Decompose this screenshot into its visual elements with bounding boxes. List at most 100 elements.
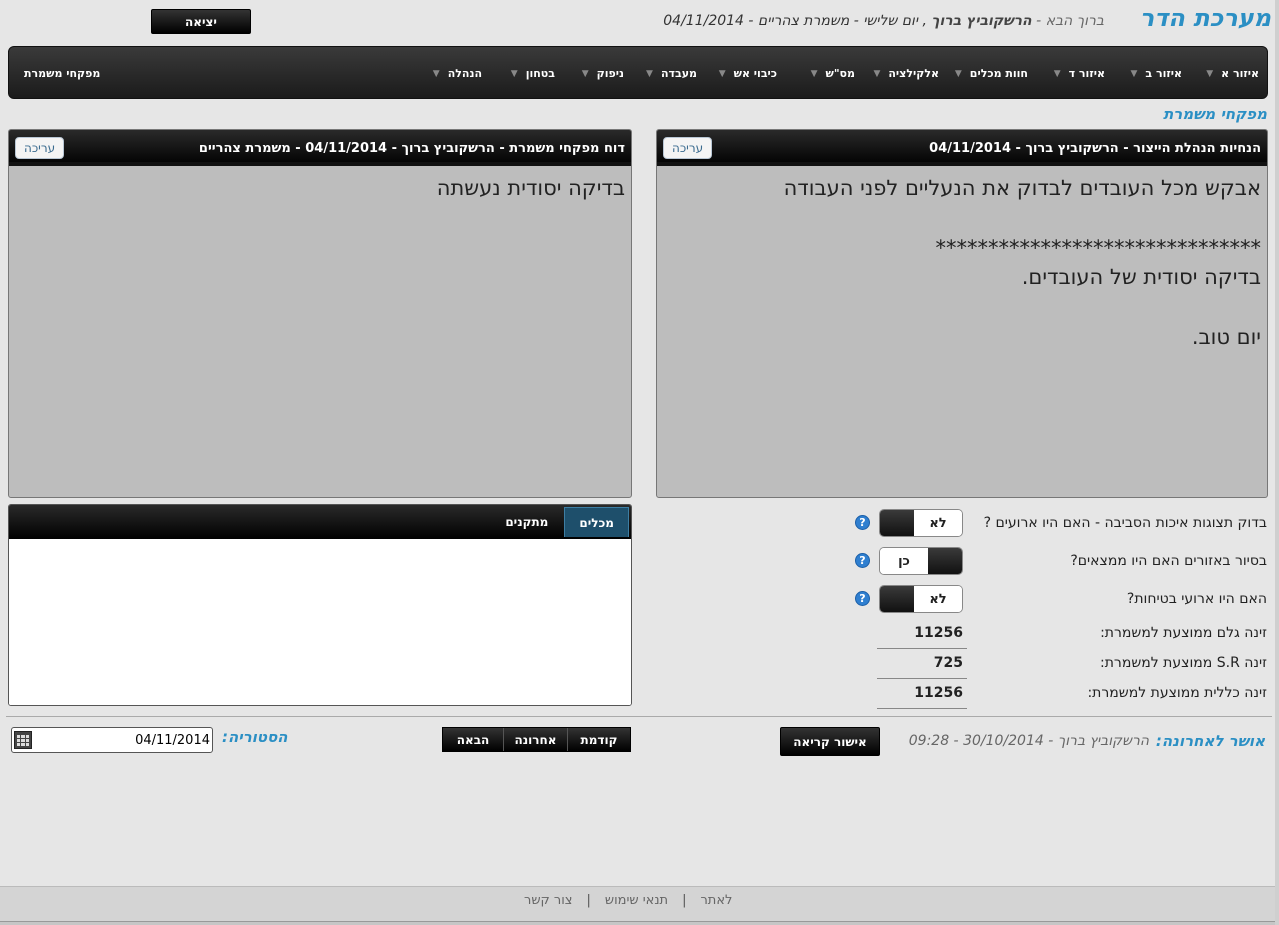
taskbar-strip	[0, 921, 1279, 925]
nav-label: מס"ש	[825, 67, 855, 80]
chevron-down-icon: ▼	[1130, 68, 1138, 79]
next-button[interactable]: הבאה	[443, 728, 503, 751]
footer-terms-link[interactable]: תנאי שימוש	[591, 893, 682, 908]
greeting-prefix: ברוך הבא -	[1036, 13, 1104, 29]
nav-label: כיבוי אש	[733, 67, 777, 80]
nav-item-alkylation[interactable]: אלקילציה ▼	[873, 67, 939, 80]
history-label: הסטוריה:	[222, 728, 288, 746]
footer-site-link[interactable]: לאתר	[686, 893, 746, 908]
section-title: מפקחי משמרת	[1163, 105, 1267, 123]
question-label: בדוק תצוגות איכות הסביבה - האם היו ארועי…	[983, 515, 1267, 531]
stat-total-feed: זינה כללית ממוצעת למשמרת: 11256	[877, 680, 1267, 710]
shift-report-panel: דוח מפקחי משמרת - הרשקוביץ ברוך - 04/11/…	[8, 129, 632, 498]
stat-value: 725	[877, 655, 967, 679]
nav-label: איזור ד	[1068, 67, 1105, 80]
directives-panel-header: הנחיות הנהלת הייצור - הרשקוביץ ברוך - 04…	[657, 130, 1267, 166]
nav-item-management[interactable]: הנהלה ▼	[433, 67, 482, 80]
last-button[interactable]: אחרונה	[503, 728, 567, 751]
toggle-value: לא	[914, 586, 962, 612]
pager: קודמת אחרונה הבאה	[442, 727, 631, 752]
directives-panel: הנחיות הנהלת הייצור - הרשקוביץ ברוך - 04…	[656, 129, 1268, 498]
stat-sr-feed: זינה S.R ממוצעת למשמרת: 725	[877, 650, 1267, 680]
nav-item-area-b[interactable]: איזור ב ▼	[1130, 67, 1182, 80]
shift-info: , יום שלישי - משמרת צהריים - 04/11/2014	[663, 13, 927, 29]
footer: צור קשר | תנאי שימוש | לאתר	[0, 886, 1279, 925]
toggle-knob	[880, 586, 914, 612]
nav-label: איזור ב	[1145, 67, 1182, 80]
toggle-knob	[880, 510, 914, 536]
tab-facilities[interactable]: מתקנים	[491, 507, 562, 537]
nav-item-lab[interactable]: מעבדה ▼	[646, 67, 697, 80]
toggle-value: לא	[914, 510, 962, 536]
nav-item-area-a[interactable]: איזור א ▼	[1206, 67, 1259, 80]
user-name: הרשקוביץ ברוך	[931, 13, 1032, 29]
footer-separator: |	[682, 893, 687, 908]
tab-tanks[interactable]: מכלים	[564, 507, 629, 537]
chevron-down-icon: ▼	[432, 68, 440, 79]
greeting: ברוך הבא - הרשקוביץ ברוך , יום שלישי - מ…	[663, 13, 1104, 29]
help-icon[interactable]: ?	[855, 591, 870, 606]
edit-directives-button[interactable]: עריכה	[663, 137, 713, 159]
nav-label: ניפוק	[596, 67, 624, 80]
app-title: מערכת הדר	[1139, 4, 1271, 32]
nav-item-dispatch[interactable]: ניפוק ▼	[582, 67, 624, 80]
shift-report-text: בדיקה יסודית נעשתה	[436, 176, 625, 200]
chevron-down-icon: ▼	[510, 68, 518, 79]
chevron-down-icon: ▼	[646, 68, 653, 79]
tab-content	[9, 539, 631, 705]
nav-label: הנהלה	[447, 67, 482, 80]
question-label: בסיור באזורים האם היו ממצאים?	[1070, 553, 1267, 569]
prev-button[interactable]: קודמת	[567, 728, 630, 751]
nav-label: מעבדה	[660, 67, 697, 80]
toggle-value: כן	[880, 548, 928, 574]
help-icon[interactable]: ?	[855, 515, 870, 530]
chevron-down-icon: ▼	[954, 68, 962, 79]
stat-value: 11256	[877, 685, 967, 709]
nav-item-mss[interactable]: מס"ש ▼	[811, 67, 855, 80]
nav-label: בטחון	[525, 67, 555, 80]
environment-toggle[interactable]: לא	[879, 509, 963, 537]
nav-item-fire[interactable]: כיבוי אש ▼	[719, 67, 777, 80]
shift-report-panel-title: דוח מפקחי משמרת - הרשקוביץ ברוך - 04/11/…	[198, 140, 625, 156]
nav-label: אלקילציה	[888, 67, 939, 80]
chevron-down-icon: ▼	[1053, 68, 1061, 79]
tab-bar: מכלים מתקנים	[9, 505, 631, 539]
history-date-input[interactable]	[34, 730, 210, 750]
nav-item-area-d[interactable]: איזור ד ▼	[1054, 67, 1105, 80]
nav-current-section: מפקחי משמרת	[24, 67, 101, 80]
chevron-down-icon: ▼	[1206, 68, 1214, 79]
nav-label: איזור א	[1221, 67, 1259, 80]
stat-label: זינה גלם ממוצעת למשמרת:	[1100, 625, 1267, 641]
main-nav: איזור א ▼ איזור ב ▼ איזור ד ▼ חוות מכלים ▼ א…	[8, 46, 1268, 99]
window-edge	[1275, 0, 1279, 925]
equipment-tabs-panel: מכלים מתקנים	[8, 504, 632, 706]
stat-label: זינה S.R ממוצעת למשמרת:	[1100, 655, 1267, 671]
directives-panel-title: הנחיות הנהלת הייצור - הרשקוביץ ברוך - 04…	[929, 140, 1261, 156]
nav-item-security[interactable]: בטחון ▼	[511, 67, 555, 80]
chevron-down-icon: ▼	[810, 68, 818, 79]
help-icon[interactable]: ?	[855, 553, 870, 568]
chevron-down-icon: ▼	[873, 68, 881, 79]
findings-toggle[interactable]: כן	[879, 547, 963, 575]
footer-separator: |	[586, 893, 591, 908]
chevron-down-icon: ▼	[581, 68, 589, 79]
question-label: האם היו ארועי בטיחות?	[1126, 591, 1267, 607]
exit-button[interactable]: יציאה	[151, 9, 251, 34]
divider	[6, 716, 1272, 717]
calendar-icon[interactable]	[14, 731, 32, 749]
stat-raw-feed: זינה גלם ממוצעת למשמרת: 11256	[877, 620, 1267, 650]
nav-item-tank-farm[interactable]: חוות מכלים ▼	[955, 67, 1028, 80]
last-approval-value: הרשקוביץ ברוך - 30/10/2014 - 09:28	[908, 733, 1149, 749]
edit-report-button[interactable]: עריכה	[15, 137, 65, 159]
history-date-field[interactable]	[11, 727, 213, 753]
nav-label: חוות מכלים	[969, 67, 1028, 80]
directives-text: אבקש מכל העובדים לבדוק את הנעליים לפני ה…	[783, 176, 1261, 350]
footer-contact-link[interactable]: צור קשר	[510, 893, 587, 908]
stat-label: זינה כללית ממוצעת למשמרת:	[1087, 685, 1267, 701]
toggle-knob	[928, 548, 962, 574]
safety-toggle[interactable]: לא	[879, 585, 963, 613]
chevron-down-icon: ▼	[718, 68, 726, 79]
last-approval-label: אושר לאחרונה:	[1155, 732, 1265, 750]
approve-read-button[interactable]: אישור קריאה	[780, 727, 880, 756]
footer-links: צור קשר | תנאי שימוש | לאתר	[510, 893, 746, 908]
